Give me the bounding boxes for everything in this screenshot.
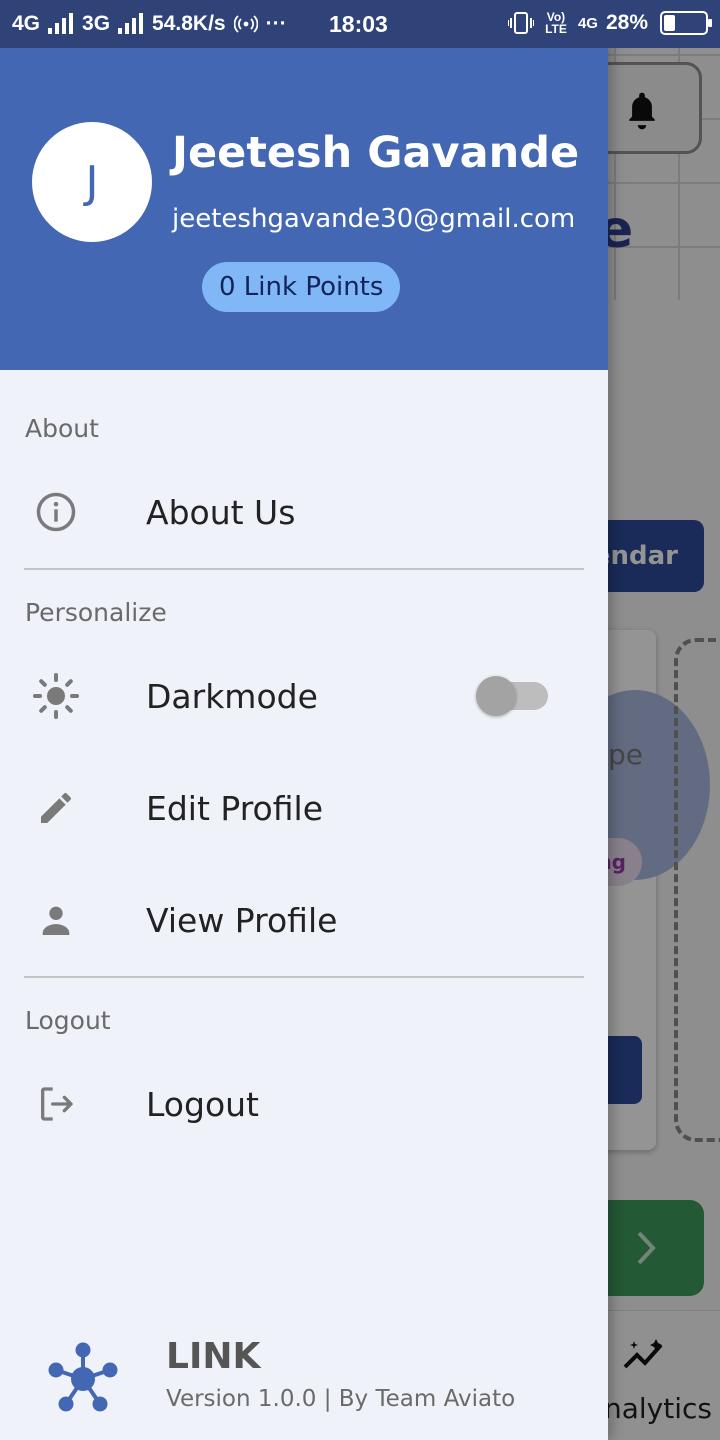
menu-item-logout[interactable]: Logout [0, 1054, 608, 1154]
network-label-right: 4G [577, 14, 598, 32]
network-label-4g: 4G [12, 12, 41, 35]
menu-item-darkmode[interactable]: Darkmode [0, 646, 608, 746]
vibrate-icon [507, 12, 534, 34]
volte-label: Vo) LTE [545, 10, 567, 36]
logout-icon [32, 1080, 80, 1128]
battery-percent: 28% [605, 11, 648, 34]
battery-icon [660, 11, 712, 35]
status-bar: 4G 3G 54.8K/s ··· 18:03 Vo) LTE 4G 28% [0, 0, 720, 48]
app-version: Version 1.0.0 | By Team Aviato [166, 1386, 516, 1412]
section-label-about: About [25, 414, 99, 443]
section-label-logout: Logout [25, 1006, 111, 1035]
hotspot-icon [233, 15, 258, 33]
menu-label: Darkmode [146, 676, 318, 716]
toggle-thumb [476, 676, 516, 716]
divider [24, 568, 584, 570]
menu-label: About Us [146, 492, 296, 532]
menu-item-edit-profile[interactable]: Edit Profile [0, 758, 608, 858]
pencil-icon [32, 784, 80, 832]
user-email: jeeteshgavande30@gmail.com [172, 204, 576, 234]
menu-label: Logout [146, 1084, 259, 1124]
drawer-header: J Jeetesh Gavande jeeteshgavande30@gmail… [0, 48, 608, 370]
more-indicator: ··· [265, 12, 287, 35]
section-label-personalize: Personalize [25, 598, 167, 627]
menu-label: View Profile [146, 900, 338, 940]
network-label-3g: 3G [82, 12, 111, 35]
signal-icon [118, 13, 144, 34]
info-icon [32, 488, 80, 536]
link-logo-icon [46, 1342, 120, 1416]
network-speed: 54.8K/s [152, 12, 226, 35]
navigation-drawer: J Jeetesh Gavande jeeteshgavande30@gmail… [0, 0, 608, 1440]
clock: 18:03 [329, 11, 388, 37]
person-icon [32, 896, 80, 944]
signal-icon [48, 13, 74, 34]
link-points-badge[interactable]: 0 Link Points [202, 262, 401, 312]
darkmode-toggle[interactable] [476, 674, 552, 718]
menu-item-about-us[interactable]: About Us [0, 462, 608, 562]
sun-icon [32, 672, 80, 720]
menu-item-view-profile[interactable]: View Profile [0, 870, 608, 970]
app-name: LINK [166, 1336, 261, 1377]
user-name: Jeetesh Gavande [172, 128, 580, 178]
menu-label: Edit Profile [146, 788, 324, 828]
divider [24, 976, 584, 978]
avatar[interactable]: J [32, 122, 152, 242]
